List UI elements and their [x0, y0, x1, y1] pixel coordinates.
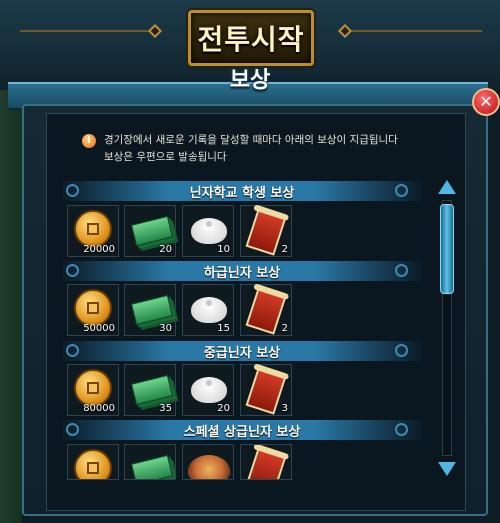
alert-icon: !: [82, 134, 96, 148]
reward-qty: 2: [281, 323, 288, 334]
section-title: 중급닌자 보상: [203, 345, 281, 361]
section-header: 하급닌자 보상: [62, 261, 422, 281]
bun-icon: [191, 297, 227, 323]
scrollbar-thumb[interactable]: [440, 204, 454, 294]
scroll-up-arrow-icon[interactable]: [438, 180, 456, 194]
scroll-icon: [245, 287, 287, 335]
swirl-ornament-icon: [66, 184, 79, 197]
reward-qty: 10: [217, 244, 230, 255]
section-header: 닌자학교 학생 보상: [62, 181, 422, 201]
scroll-down-arrow-icon[interactable]: [438, 462, 456, 476]
reward-slot-cash[interactable]: 35: [124, 364, 176, 416]
reward-slot-cash[interactable]: 30: [124, 284, 176, 336]
coin-icon: [74, 210, 112, 248]
reward-slot-food-bowl[interactable]: [182, 444, 234, 480]
start-battle-label: 전투시작: [197, 23, 305, 56]
reward-slot-scroll[interactable]: 2: [240, 205, 292, 257]
cash-icon: [130, 215, 174, 247]
swirl-ornament-icon: [395, 184, 408, 197]
close-button[interactable]: ✕: [472, 88, 500, 116]
swirl-ornament-icon: [395, 423, 408, 436]
reward-slot-coin[interactable]: 80000: [67, 364, 119, 416]
section-header: 스페셜 상급닌자 보상: [62, 420, 422, 440]
section-header: 중급닌자 보상: [62, 341, 422, 361]
reward-slot-coin[interactable]: 50000: [67, 284, 119, 336]
reward-slot-bun[interactable]: 15: [182, 284, 234, 336]
swirl-ornament-icon: [395, 264, 408, 277]
coin-icon: [74, 289, 112, 327]
scroll-icon: [245, 447, 287, 479]
cash-icon: [130, 294, 174, 326]
deco-line-left: [20, 30, 160, 32]
section-title: 스페셜 상급닌자 보상: [183, 424, 301, 440]
scroll-icon: [245, 208, 287, 256]
reward-qty: 80000: [83, 403, 115, 414]
reward-qty: 50000: [83, 323, 115, 334]
swirl-ornament-icon: [66, 344, 79, 357]
close-icon: ✕: [479, 92, 493, 111]
reward-slot-scroll[interactable]: [240, 444, 292, 480]
reward-slot-scroll[interactable]: 2: [240, 284, 292, 336]
notice-line-1: 경기장에서 새로운 기록을 달성할 때마다 아래의 보상이 지급됩니다: [104, 134, 398, 146]
swirl-ornament-icon: [395, 344, 408, 357]
reward-qty: 30: [159, 323, 172, 334]
reward-qty: 20: [217, 403, 230, 414]
reward-qty: 35: [159, 403, 172, 414]
reward-slot-cash[interactable]: 20: [124, 205, 176, 257]
deco-line-right: [342, 30, 482, 32]
swirl-ornament-icon: [66, 423, 79, 436]
reward-qty: 15: [217, 323, 230, 334]
reward-qty: 20: [159, 244, 172, 255]
scroll-icon: [245, 367, 287, 415]
bun-icon: [191, 377, 227, 403]
reward-qty: 20000: [83, 244, 115, 255]
reward-qty: 3: [281, 403, 288, 414]
reward-slot-bun[interactable]: 20: [182, 364, 234, 416]
reward-qty: 2: [281, 244, 288, 255]
reward-slot-cash[interactable]: [124, 444, 176, 480]
food-bowl-icon: [188, 455, 230, 479]
coin-icon: [74, 449, 112, 479]
reward-slot-bun[interactable]: 10: [182, 205, 234, 257]
cash-icon: [130, 374, 174, 406]
swirl-ornament-icon: [66, 264, 79, 277]
reward-slot-coin[interactable]: [67, 444, 119, 480]
start-battle-button[interactable]: 전투시작: [188, 10, 314, 66]
coin-icon: [74, 369, 112, 407]
notice-line-2: 보상은 우편으로 발송됩니다: [104, 151, 227, 163]
background-left: [0, 90, 22, 523]
reward-slot-coin[interactable]: 20000: [67, 205, 119, 257]
reward-slot-scroll[interactable]: 3: [240, 364, 292, 416]
window-title: 보상: [229, 68, 271, 93]
section-title: 하급닌자 보상: [203, 265, 281, 281]
cash-icon: [130, 454, 174, 479]
bun-icon: [191, 218, 227, 244]
section-title: 닌자학교 학생 보상: [189, 185, 295, 201]
